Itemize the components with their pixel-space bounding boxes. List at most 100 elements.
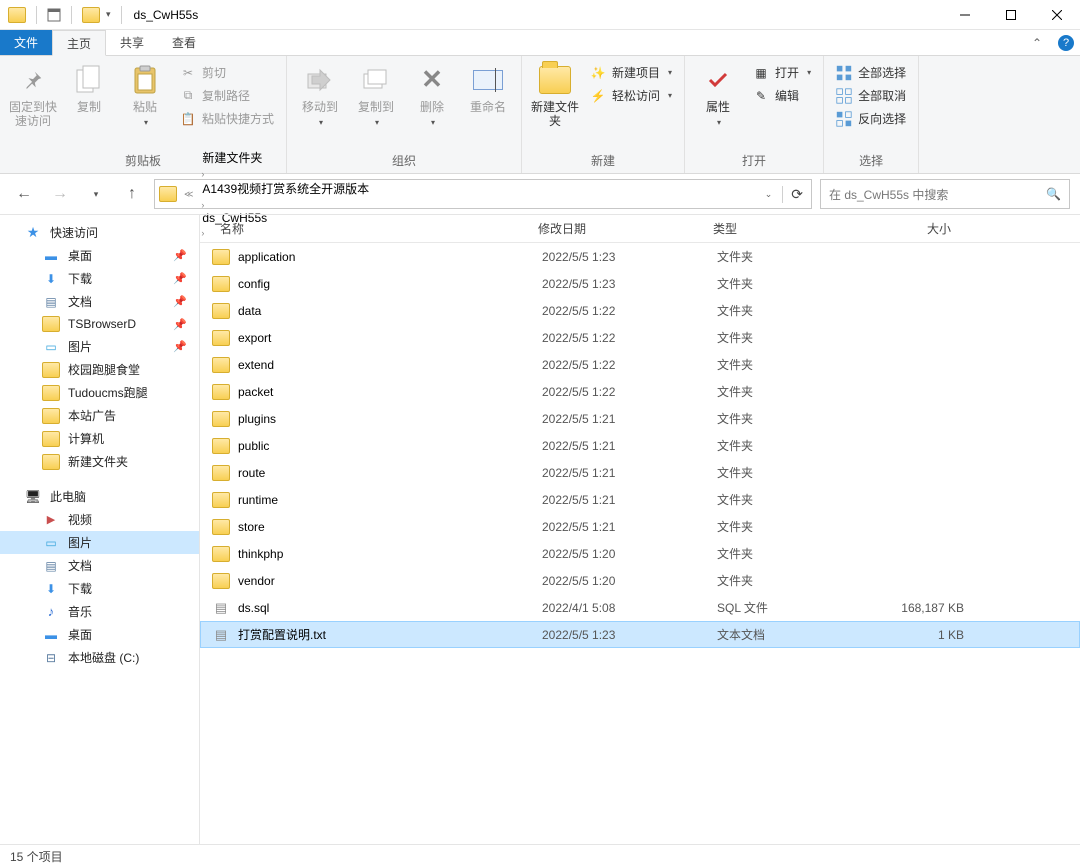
- selectnone-button[interactable]: 全部取消: [830, 85, 912, 106]
- file-row[interactable]: extend2022/5/5 1:22文件夹: [200, 351, 1080, 378]
- sidebar-item[interactable]: 图片📌: [0, 335, 199, 358]
- forward-button[interactable]: →: [46, 180, 74, 208]
- help-button[interactable]: ?: [1052, 30, 1080, 55]
- folder-icon: [42, 431, 60, 447]
- chevron-right-icon[interactable]: ›: [198, 200, 207, 210]
- back-button[interactable]: ←: [10, 180, 38, 208]
- pin-quickaccess-button[interactable]: 固定到快速访问: [6, 58, 60, 129]
- copyto-button[interactable]: 复制到▾: [349, 58, 403, 128]
- copypath-button[interactable]: ⧉复制路径: [174, 85, 280, 106]
- address-bar[interactable]: ≪ 新建文件夹›A1439视频打赏系统全开源版本›ds_CwH55s› ⌄ ⟳: [154, 179, 812, 209]
- tab-view[interactable]: 查看: [158, 30, 210, 55]
- sidebar-item[interactable]: 下载📌: [0, 267, 199, 290]
- file-row[interactable]: runtime2022/5/5 1:21文件夹: [200, 486, 1080, 513]
- sidebar-item[interactable]: 图片: [0, 531, 199, 554]
- breadcrumb[interactable]: 新建文件夹: [198, 149, 373, 166]
- folder-icon: [212, 276, 230, 292]
- col-type[interactable]: 类型: [705, 220, 860, 237]
- col-name[interactable]: 名称: [200, 220, 530, 237]
- easyaccess-button[interactable]: ⚡轻松访问▾: [584, 85, 678, 106]
- qat-properties-icon[interactable]: [47, 8, 61, 22]
- col-date[interactable]: 修改日期: [530, 220, 705, 237]
- file-row[interactable]: data2022/5/5 1:22文件夹: [200, 297, 1080, 324]
- doc-icon: [42, 294, 60, 310]
- sidebar-item[interactable]: 文档📌: [0, 290, 199, 313]
- open-button[interactable]: ▦打开▾: [747, 62, 817, 83]
- address-dropdown-icon[interactable]: ⌄: [759, 189, 779, 200]
- sidebar-item[interactable]: 校园跑腿食堂: [0, 358, 199, 381]
- search-icon: 🔍: [1046, 187, 1061, 201]
- newfolder-button[interactable]: 新建文件夹: [528, 58, 582, 129]
- file-row[interactable]: export2022/5/5 1:22文件夹: [200, 324, 1080, 351]
- file-row[interactable]: application2022/5/5 1:23文件夹: [200, 243, 1080, 270]
- pic-icon: [42, 339, 60, 355]
- file-row[interactable]: vendor2022/5/5 1:20文件夹: [200, 567, 1080, 594]
- tab-home[interactable]: 主页: [52, 30, 106, 56]
- search-input[interactable]: 在 ds_CwH55s 中搜索 🔍: [820, 179, 1070, 209]
- rename-button[interactable]: 重命名: [461, 58, 515, 114]
- newitem-button[interactable]: ✨新建项目▾: [584, 62, 678, 83]
- paste-shortcut-button[interactable]: 📋粘贴快捷方式: [174, 108, 280, 129]
- sidebar-item[interactable]: 音乐: [0, 600, 199, 623]
- qat-folder-icon[interactable]: [82, 7, 100, 23]
- properties-button[interactable]: 属性▾: [691, 58, 745, 128]
- sidebar-item[interactable]: 下载: [0, 577, 199, 600]
- file-row[interactable]: config2022/5/5 1:23文件夹: [200, 270, 1080, 297]
- tab-share[interactable]: 共享: [106, 30, 158, 55]
- sidebar-item[interactable]: 桌面📌: [0, 244, 199, 267]
- invert-button[interactable]: 反向选择: [830, 108, 912, 129]
- pin-icon: 📌: [173, 295, 193, 308]
- edit-button[interactable]: ✎编辑: [747, 85, 817, 106]
- file-row[interactable]: thinkphp2022/5/5 1:20文件夹: [200, 540, 1080, 567]
- sidebar-item[interactable]: TSBrowserD📌: [0, 313, 199, 335]
- delete-button[interactable]: ✕ 删除▾: [405, 58, 459, 128]
- sidebar-item[interactable]: 本站广告: [0, 404, 199, 427]
- file-list[interactable]: application2022/5/5 1:23文件夹config2022/5/…: [200, 243, 1080, 844]
- file-row[interactable]: packet2022/5/5 1:22文件夹: [200, 378, 1080, 405]
- sidebar-item[interactable]: 文档: [0, 554, 199, 577]
- breadcrumb[interactable]: A1439视频打赏系统全开源版本: [198, 180, 373, 197]
- sidebar-item[interactable]: 视频: [0, 508, 199, 531]
- sidebar-item[interactable]: 计算机: [0, 427, 199, 450]
- statusbar: 15 个项目: [0, 844, 1080, 868]
- recent-button[interactable]: ▾: [82, 180, 110, 208]
- sidebar-item[interactable]: 桌面: [0, 623, 199, 646]
- refresh-button[interactable]: ⟳: [782, 186, 803, 203]
- collapse-ribbon-button[interactable]: ⌃: [1022, 30, 1052, 55]
- cut-button[interactable]: ✂剪切: [174, 62, 280, 83]
- up-button[interactable]: ↑: [118, 180, 146, 208]
- file-row[interactable]: ds.sql2022/4/1 5:08SQL 文件168,187 KB: [200, 594, 1080, 621]
- chevron-right-icon[interactable]: ≪: [181, 189, 196, 200]
- chevron-right-icon[interactable]: ›: [198, 169, 207, 179]
- folder-icon: [42, 408, 60, 424]
- moveto-button[interactable]: 移动到▾: [293, 58, 347, 128]
- sidebar-item[interactable]: 新建文件夹: [0, 450, 199, 473]
- folder-icon: [212, 438, 230, 454]
- file-row[interactable]: route2022/5/5 1:21文件夹: [200, 459, 1080, 486]
- col-size[interactable]: 大小: [860, 220, 960, 237]
- qat-dropdown-icon[interactable]: ▾: [106, 9, 111, 20]
- file-row[interactable]: 打赏配置说明.txt2022/5/5 1:23文本文档1 KB: [200, 621, 1080, 648]
- group-new: 新建文件夹 ✨新建项目▾ ⚡轻松访问▾ 新建: [522, 56, 685, 173]
- minimize-button[interactable]: [942, 0, 988, 30]
- sidebar-item[interactable]: Tudoucms跑腿: [0, 381, 199, 404]
- folder-icon: [42, 316, 60, 332]
- selectall-button[interactable]: 全部选择: [830, 62, 912, 83]
- tab-file[interactable]: 文件: [0, 30, 52, 55]
- close-button[interactable]: [1034, 0, 1080, 30]
- group-open: 属性▾ ▦打开▾ ✎编辑 打开: [685, 56, 824, 173]
- folder-icon: [212, 303, 230, 319]
- pc-icon: [24, 489, 42, 505]
- folder-icon: [42, 362, 60, 378]
- copy-button[interactable]: 复制: [62, 58, 116, 114]
- folder-icon: [212, 519, 230, 535]
- file-row[interactable]: plugins2022/5/5 1:21文件夹: [200, 405, 1080, 432]
- app-icon[interactable]: [8, 7, 26, 23]
- sidebar-thispc[interactable]: 此电脑: [0, 485, 199, 508]
- sidebar-quickaccess[interactable]: 快速访问: [0, 221, 199, 244]
- sidebar-item[interactable]: 本地磁盘 (C:): [0, 646, 199, 669]
- paste-button[interactable]: 粘贴▾: [118, 58, 172, 128]
- maximize-button[interactable]: [988, 0, 1034, 30]
- file-row[interactable]: public2022/5/5 1:21文件夹: [200, 432, 1080, 459]
- file-row[interactable]: store2022/5/5 1:21文件夹: [200, 513, 1080, 540]
